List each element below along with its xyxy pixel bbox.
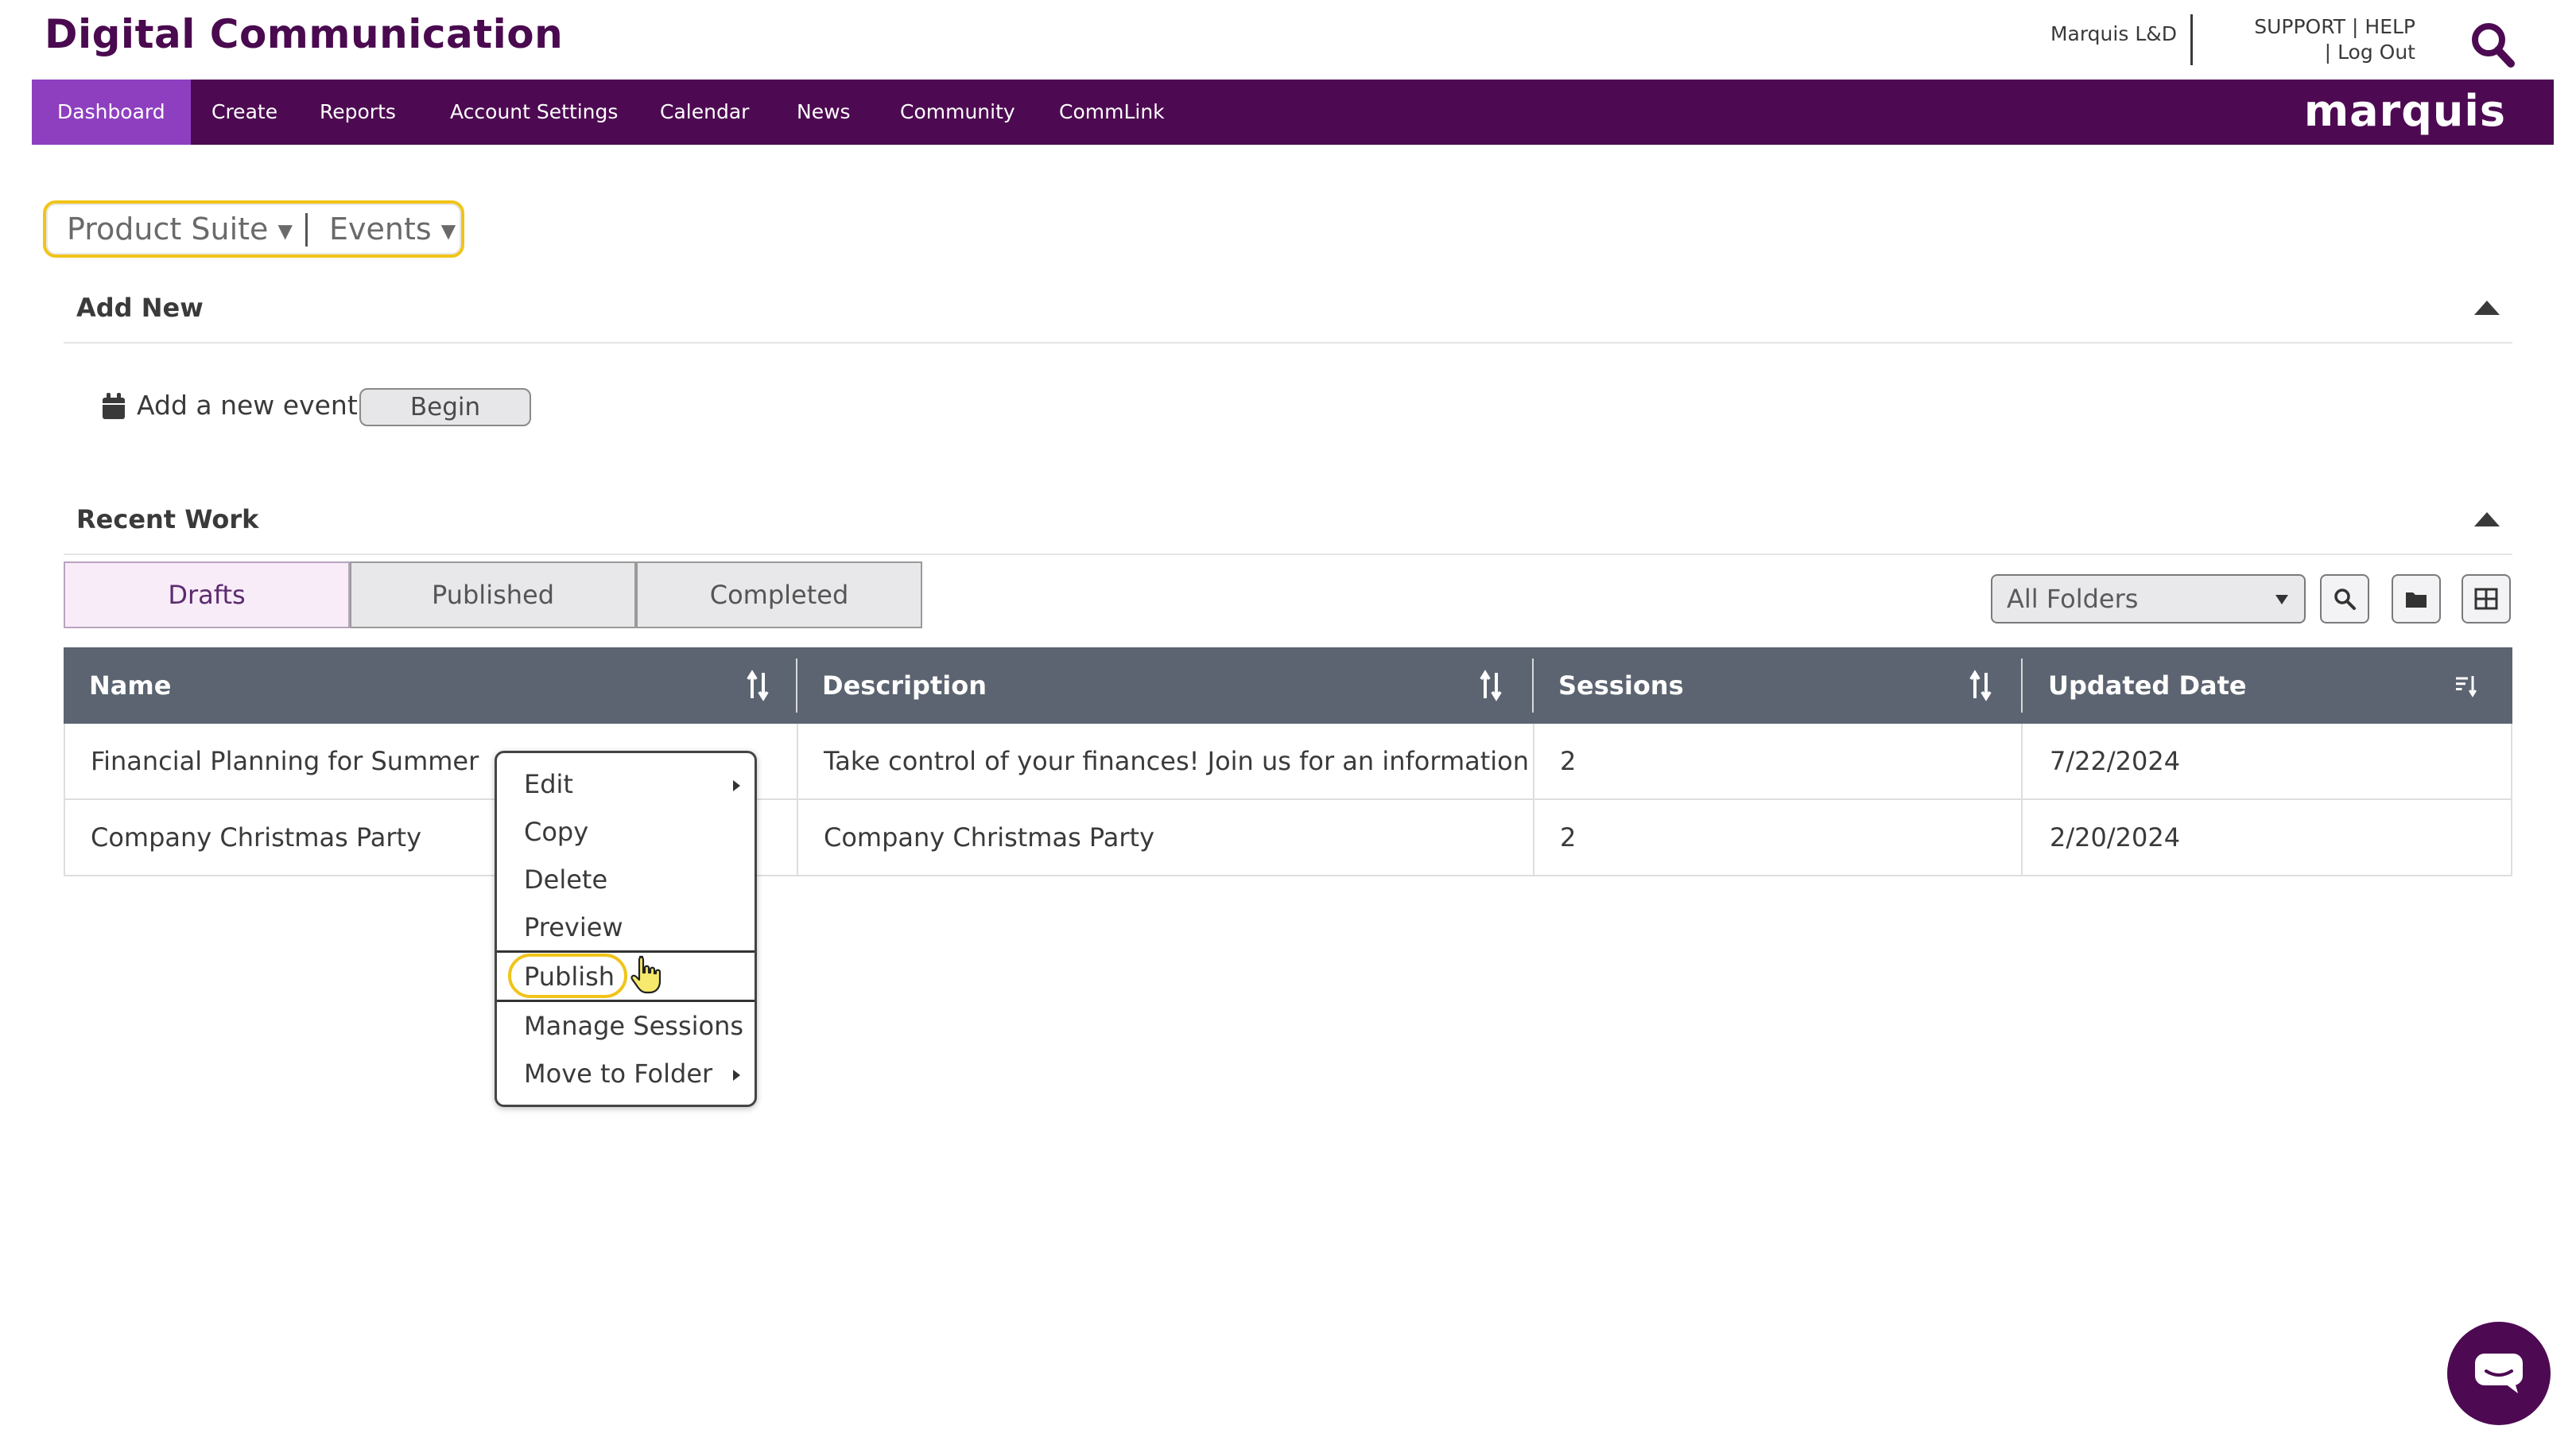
product-suite-dropdown[interactable]: Product Suite ▼ (67, 204, 293, 254)
caret-down-icon: ▼ (440, 219, 456, 243)
tab-drafts[interactable]: Drafts (64, 561, 350, 628)
calendar-icon (103, 393, 125, 419)
submenu-arrow-icon (733, 780, 740, 791)
menu-item-manage-sessions[interactable]: Manage Sessions (524, 1011, 743, 1041)
folder-select[interactable]: All Folders (1991, 574, 2306, 623)
menu-item-publish[interactable]: Publish (524, 961, 615, 992)
main-nav: Dashboard Create Reports Account Setting… (32, 80, 2554, 145)
top-divider (2190, 14, 2193, 65)
nav-create[interactable]: Create (186, 80, 303, 145)
chat-icon (2475, 1354, 2523, 1393)
column-header-sessions[interactable]: Sessions (1533, 647, 2021, 724)
cell-description: Company Christmas Party (824, 822, 1155, 853)
sort-icon[interactable] (1479, 670, 1503, 701)
menu-item-copy[interactable]: Copy (524, 817, 588, 847)
module-label: Events (329, 212, 432, 247)
link-separator: | (2324, 41, 2332, 64)
sort-icon[interactable] (1969, 670, 1992, 701)
nav-community[interactable]: Community (875, 80, 1041, 145)
nav-news[interactable]: News (771, 80, 876, 145)
grid-view-button[interactable] (2462, 574, 2511, 623)
help-link[interactable]: HELP (2365, 15, 2415, 38)
folder-button[interactable] (2392, 574, 2441, 623)
nav-dashboard[interactable]: Dashboard (32, 80, 191, 145)
add-new-title: Add New (76, 293, 204, 323)
menu-separator (497, 1000, 755, 1002)
nav-calendar[interactable]: Calendar (634, 80, 774, 145)
logout-link[interactable]: Log Out (2337, 41, 2415, 64)
nav-account-settings[interactable]: Account Settings (425, 80, 643, 145)
menu-item-move-to-folder[interactable]: Move to Folder (524, 1059, 712, 1089)
sort-descending-icon[interactable] (2454, 670, 2477, 701)
support-link[interactable]: SUPPORT (2254, 15, 2345, 38)
module-dropdown[interactable]: Events ▼ (329, 204, 456, 254)
add-new-header[interactable]: Add New (64, 280, 2512, 344)
row-context-menu: Edit Copy Delete Preview Publish Manage … (495, 751, 757, 1107)
cell-updated-date: 2/20/2024 (2050, 822, 2181, 853)
menu-item-delete[interactable]: Delete (524, 864, 607, 895)
top-links: SUPPORT | HELP | Log Out (2254, 14, 2415, 65)
begin-button[interactable]: Begin (359, 388, 531, 426)
submenu-arrow-icon (733, 1070, 740, 1081)
nav-reports[interactable]: Reports (294, 80, 421, 145)
tab-completed[interactable]: Completed (636, 561, 922, 628)
top-right-links: Marquis L&D SUPPORT | HELP | Log Out (1803, 14, 2519, 70)
cell-sessions: 2 (1560, 746, 1577, 776)
cell-updated-date: 7/22/2024 (2050, 746, 2181, 776)
search-button[interactable] (2320, 574, 2369, 623)
column-header-name[interactable]: Name (64, 647, 795, 724)
recent-work-title: Recent Work (76, 504, 259, 534)
recent-work-header[interactable]: Recent Work (64, 491, 2512, 555)
grid-icon (2474, 588, 2498, 610)
sort-icon[interactable] (746, 670, 770, 701)
hand-cursor-icon (630, 955, 661, 994)
search-icon (2334, 589, 2356, 610)
table-header: Name Description Sessions Updated Date (64, 647, 2512, 724)
folder-select-value: All Folders (2007, 584, 2139, 614)
caret-down-icon (2275, 595, 2288, 604)
menu-item-preview[interactable]: Preview (524, 912, 623, 942)
chat-button[interactable] (2447, 1322, 2551, 1425)
nav-commlink[interactable]: CommLink (1034, 80, 1190, 145)
table-row[interactable]: Company Christmas Party Company Christma… (64, 800, 2512, 876)
top-bar: Digital Communication Marquis L&D SUPPOR… (0, 0, 2576, 80)
app-title: Digital Communication (45, 11, 564, 57)
context-divider (305, 213, 308, 247)
brand-logo: marquis (2303, 86, 2506, 136)
cell-description: Take control of your finances! Join us f… (824, 746, 1530, 776)
folder-icon (2406, 592, 2427, 608)
tab-published[interactable]: Published (350, 561, 636, 628)
cell-separator (2021, 800, 2023, 875)
search-icon[interactable] (2468, 19, 2519, 70)
column-header-updated-date[interactable]: Updated Date (2023, 647, 2512, 724)
collapse-icon[interactable] (2473, 297, 2501, 317)
column-header-description[interactable]: Description (797, 647, 1528, 724)
org-name[interactable]: Marquis L&D (2050, 22, 2177, 45)
context-switcher: Product Suite ▼ Events ▼ (43, 200, 464, 258)
cell-sessions: 2 (1560, 822, 1577, 853)
table-row[interactable]: Financial Planning for Summer Take contr… (64, 724, 2512, 800)
link-separator: | (2352, 15, 2359, 38)
collapse-icon[interactable] (2473, 509, 2501, 528)
product-suite-label: Product Suite (67, 212, 269, 247)
cell-separator (2021, 724, 2023, 798)
recent-work-table: Name Description Sessions Updated Date F… (64, 647, 2512, 876)
caret-down-icon: ▼ (277, 219, 293, 243)
menu-separator (497, 950, 755, 953)
add-event-label: Add a new event (137, 390, 358, 421)
menu-item-edit[interactable]: Edit (524, 769, 573, 799)
